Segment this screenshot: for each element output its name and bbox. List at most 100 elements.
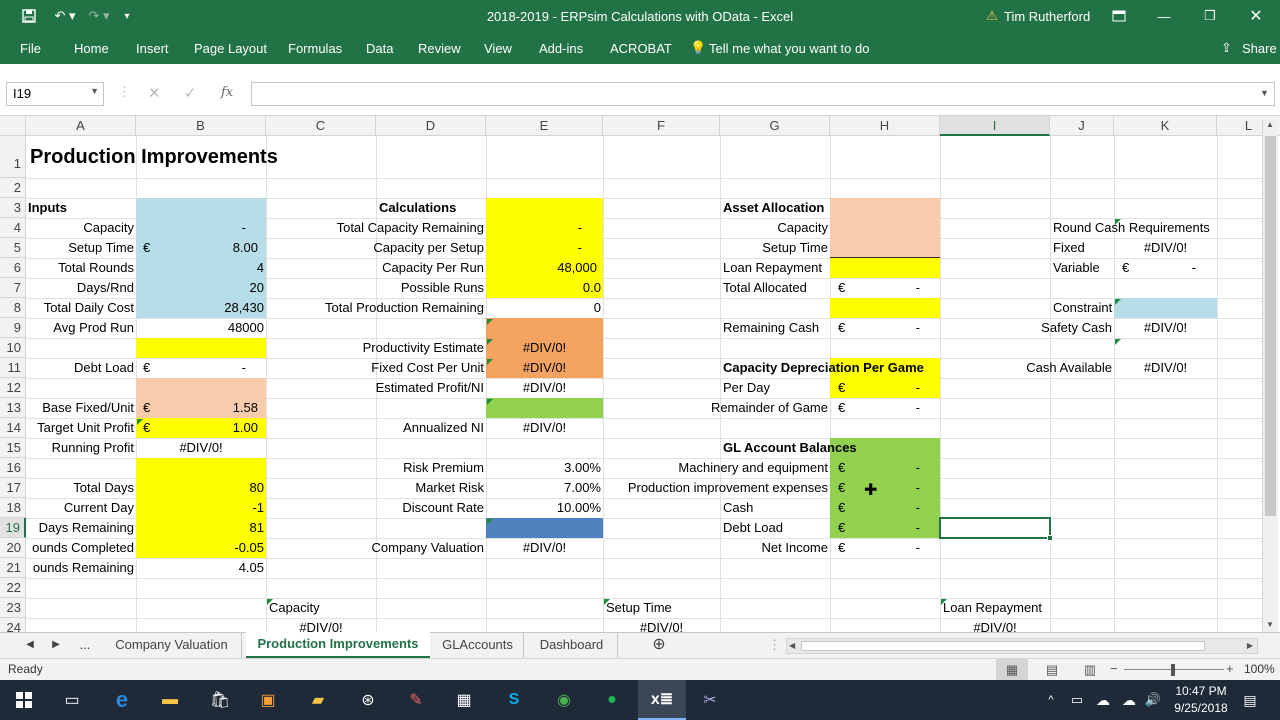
column-header[interactable]: H (830, 116, 940, 136)
cell-label[interactable]: Total Rounds (26, 258, 134, 278)
column-header[interactable]: F (603, 116, 720, 136)
column-header[interactable]: D (376, 116, 486, 136)
row-header[interactable]: 11 (0, 358, 26, 378)
tab-insert[interactable]: Insert (136, 32, 169, 64)
cell-label[interactable]: Constraint (1053, 298, 1112, 318)
tab-scroll-left-icon[interactable]: ◀ (20, 633, 40, 658)
cell-value[interactable]: 4.05 (136, 558, 264, 578)
row-header[interactable]: 16 (0, 458, 26, 478)
cell-label[interactable]: Total Days (26, 478, 134, 498)
formula-input[interactable] (251, 82, 1275, 106)
tab-formulas[interactable]: Formulas (288, 32, 342, 64)
chevron-down-icon[interactable]: ▼ (90, 86, 99, 96)
store-icon[interactable]: 🛍 (196, 680, 244, 720)
more-sheets-button[interactable]: ... (74, 633, 96, 658)
row-header[interactable]: 15 (0, 438, 26, 458)
cell-label[interactable]: Total Allocated (723, 278, 807, 298)
row-header[interactable]: 9 (0, 318, 26, 338)
cloud-icon[interactable]: ☁ (1116, 680, 1142, 720)
sheet-tab-company-valuation[interactable]: Company Valuation (102, 633, 242, 658)
insert-function-icon[interactable]: fx (221, 85, 233, 100)
tab-scroll-right-icon[interactable]: ▶ (46, 633, 66, 658)
row-header[interactable]: 12 (0, 378, 26, 398)
cell-value[interactable]: - (830, 538, 920, 558)
windows-start-icon[interactable] (0, 680, 48, 720)
cell-label[interactable]: Current Day (26, 498, 134, 518)
excel-taskbar-icon[interactable]: x≣ (638, 680, 686, 720)
zoom-in-icon[interactable]: + (1226, 661, 1234, 676)
task-view-icon[interactable]: ▭ (48, 680, 96, 720)
cell-value[interactable]: - (830, 318, 920, 338)
cell-label[interactable]: Capacity per Setup (266, 238, 484, 258)
vertical-scrollbar[interactable]: ▲ ▼ (1262, 120, 1278, 632)
cell-label[interactable]: Debt Load (723, 518, 783, 538)
cell-value[interactable]: 8.00 (136, 238, 258, 258)
row-header[interactable]: 3 (0, 198, 26, 218)
cell-value[interactable]: 1.00 (136, 418, 258, 438)
row-header[interactable]: 8 (0, 298, 26, 318)
file-explorer-icon[interactable]: ▬ (146, 680, 194, 720)
minimize-icon[interactable]: — (1146, 0, 1182, 32)
cell-label[interactable]: Round Cash Requirements (1053, 218, 1210, 238)
cell-value[interactable]: - (486, 218, 582, 238)
cell-value[interactable]: - (830, 518, 920, 538)
share-icon[interactable]: ⇪ (1221, 32, 1232, 64)
clock-time[interactable]: 10:47 PM (1172, 684, 1230, 698)
row-header[interactable]: 5 (0, 238, 26, 258)
skype-icon[interactable]: S (490, 680, 538, 720)
cell-value[interactable]: #DIV/0! (486, 418, 603, 438)
cell-label[interactable]: Cash (723, 498, 753, 518)
scroll-left-icon[interactable]: ◀ (787, 639, 797, 652)
cell-label[interactable]: Debt Load (26, 358, 134, 378)
cell-label[interactable]: Capacity (26, 218, 134, 238)
cell-label[interactable]: Per Day (723, 378, 770, 398)
tab-acrobat[interactable]: ACROBAT (610, 32, 672, 64)
scroll-up-icon[interactable]: ▲ (1266, 120, 1274, 129)
cell-value[interactable]: - (830, 498, 920, 518)
cell-value[interactable]: #DIV/0! (1114, 358, 1217, 378)
paint-icon[interactable]: ✎ (392, 680, 440, 720)
split-handle-icon[interactable]: ⋮ (768, 633, 781, 658)
close-icon[interactable]: ✕ (1238, 0, 1274, 32)
row-header[interactable]: 6 (0, 258, 26, 278)
share-button[interactable]: Share (1242, 32, 1277, 64)
cell-value[interactable]: #DIV/0! (486, 338, 603, 358)
row-header-selected[interactable]: 19 (0, 518, 26, 538)
cell-label[interactable]: Company Valuation (266, 538, 485, 558)
chrome-icon[interactable]: ◉ (540, 680, 588, 720)
cell-label[interactable]: Discount Rate (266, 498, 484, 518)
cell-label[interactable]: Setup Time (26, 238, 134, 258)
scrollbar-thumb[interactable] (1265, 136, 1276, 516)
restore-icon[interactable]: ❐ (1192, 0, 1228, 32)
cell-value[interactable]: 7.00% (486, 478, 601, 498)
cell-label[interactable]: Total Production Remaining (266, 298, 484, 318)
cell-value[interactable]: #DIV/0! (136, 438, 266, 458)
tab-data[interactable]: Data (366, 32, 393, 64)
row-header[interactable]: 14 (0, 418, 26, 438)
cell-value[interactable]: - (830, 378, 920, 398)
zoom-slider-thumb[interactable] (1171, 664, 1175, 676)
column-header[interactable]: E (486, 116, 603, 136)
cell-value[interactable]: #DIV/0! (603, 618, 720, 632)
row-header[interactable]: 17 (0, 478, 26, 498)
hscroll-thumb[interactable] (801, 641, 1205, 651)
calculator-icon[interactable]: ▦ (440, 680, 488, 720)
row-header[interactable]: 2 (0, 178, 26, 198)
tab-review[interactable]: Review (418, 32, 461, 64)
column-header[interactable]: A (26, 116, 136, 136)
notifications-icon[interactable]: ▤ (1236, 680, 1264, 720)
cell-label[interactable]: Machinery and equipment (604, 458, 828, 478)
page-break-view-icon[interactable]: ▥ (1078, 659, 1102, 680)
cell-value[interactable]: 20 (136, 278, 264, 298)
cell-value[interactable]: #DIV/0! (486, 378, 603, 398)
cell-label[interactable]: Loan Repayment (943, 598, 1042, 618)
spreadsheet-grid[interactable]: A B C D E F G H I J K L 1 2 3 4 5 6 7 8 … (0, 116, 1280, 632)
cell-value[interactable]: - (136, 358, 246, 378)
volume-icon[interactable]: 🔊 (1140, 680, 1166, 720)
column-header[interactable]: B (136, 116, 266, 136)
media-app-icon[interactable]: ▣ (244, 680, 292, 720)
cell-label[interactable]: Base Fixed/Unit (26, 398, 134, 418)
edge-browser-icon[interactable]: e (98, 680, 146, 720)
cell-label[interactable]: Net Income (720, 538, 828, 558)
cell-value[interactable]: - (830, 398, 920, 418)
